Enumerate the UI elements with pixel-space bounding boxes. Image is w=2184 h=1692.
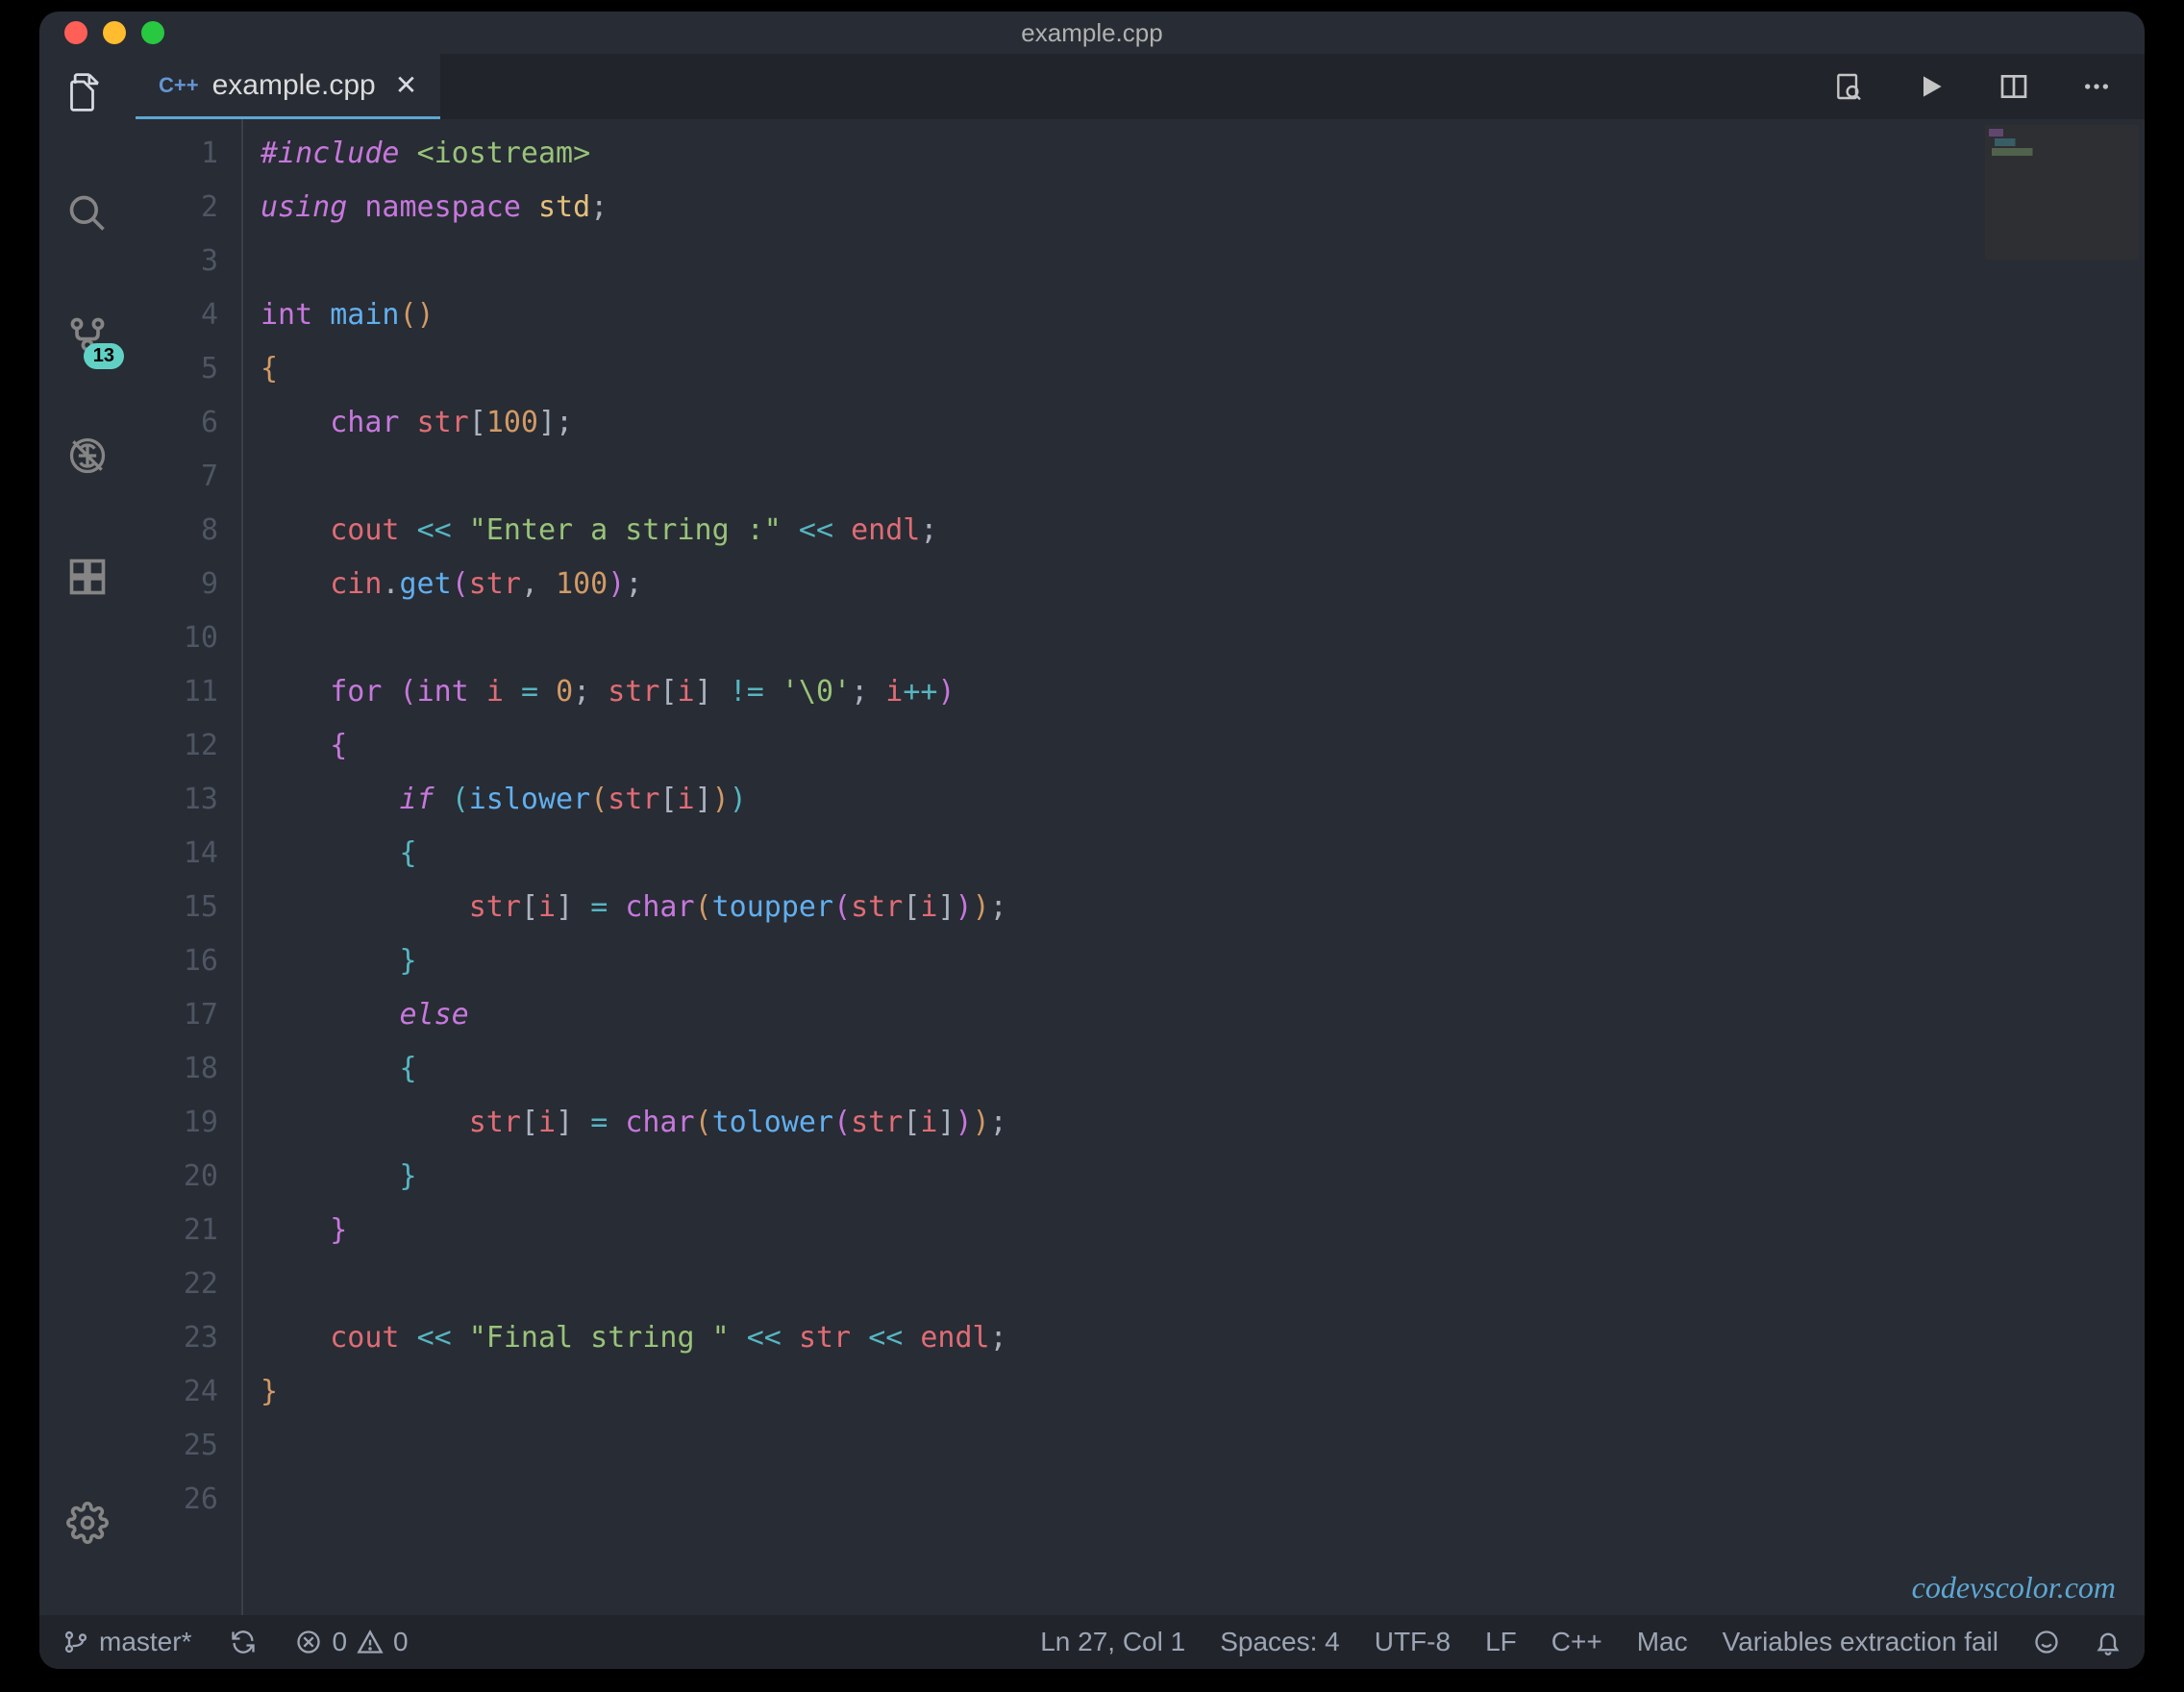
line-number: 6 (136, 396, 218, 450)
cpp-file-icon: C++ (159, 73, 199, 98)
code-line[interactable]: for (int i = 0; str[i] != '\0'; i++) (261, 665, 2145, 719)
app-window: example.cpp 13 (39, 12, 2145, 1669)
close-window-button[interactable] (64, 21, 87, 44)
line-number: 15 (136, 881, 218, 934)
line-number: 12 (136, 719, 218, 773)
line-number: 1 (136, 127, 218, 181)
titlebar: example.cpp (39, 12, 2145, 54)
line-number: 9 (136, 558, 218, 611)
line-number: 21 (136, 1204, 218, 1257)
line-number: 8 (136, 504, 218, 558)
code-line[interactable]: { (261, 1042, 2145, 1096)
activity-bar: 13 (39, 54, 136, 1615)
line-number: 23 (136, 1311, 218, 1365)
code-line[interactable]: } (261, 1204, 2145, 1257)
tab-filename: example.cpp (212, 69, 376, 102)
watermark: codevscolor.com (1912, 1570, 2116, 1605)
eol-status[interactable]: LF (1485, 1627, 1517, 1657)
cursor-position-status[interactable]: Ln 27, Col 1 (1040, 1627, 1185, 1657)
code-line[interactable] (261, 1473, 2145, 1527)
line-number: 11 (136, 665, 218, 719)
line-number: 24 (136, 1365, 218, 1419)
line-number: 19 (136, 1096, 218, 1150)
code-line[interactable]: #include <iostream> (261, 127, 2145, 181)
settings-gear-icon[interactable] (64, 1500, 111, 1546)
code-line[interactable]: { (261, 827, 2145, 881)
find-in-file-icon[interactable] (1831, 69, 1866, 104)
source-control-icon[interactable]: 13 (64, 311, 111, 358)
minimap[interactable] (1985, 125, 2139, 260)
indentation-status[interactable]: Spaces: 4 (1220, 1627, 1340, 1657)
code-line[interactable]: cin.get(str, 100); (261, 558, 2145, 611)
code-line[interactable]: } (261, 1150, 2145, 1204)
code-line[interactable]: using namespace std; (261, 181, 2145, 235)
line-number: 22 (136, 1257, 218, 1311)
run-icon[interactable] (1914, 69, 1948, 104)
code-line[interactable]: cout << "Final string " << str << endl; (261, 1311, 2145, 1365)
line-number: 3 (136, 235, 218, 288)
code-editor[interactable]: 1234567891011121314151617181920212223242… (136, 119, 2145, 1615)
status-bar: master* 0 0 Ln 27, Col 1 Spaces: 4 UTF-8… (39, 1615, 2145, 1669)
debug-icon[interactable] (64, 433, 111, 479)
code-line[interactable]: int main() (261, 288, 2145, 342)
tab-example-cpp[interactable]: C++ example.cpp ✕ (136, 54, 440, 119)
code-line[interactable]: if (islower(str[i])) (261, 773, 2145, 827)
code-line[interactable] (261, 450, 2145, 504)
line-number: 20 (136, 1150, 218, 1204)
line-number: 26 (136, 1473, 218, 1527)
extension-status[interactable]: Variables extraction fail (1723, 1627, 1998, 1657)
line-number-gutter: 1234567891011121314151617181920212223242… (136, 119, 241, 1615)
line-number: 7 (136, 450, 218, 504)
extensions-icon[interactable] (64, 554, 111, 600)
search-icon[interactable] (64, 190, 111, 236)
code-line[interactable] (261, 235, 2145, 288)
line-number: 4 (136, 288, 218, 342)
code-line[interactable]: char str[100]; (261, 396, 2145, 450)
problems-status[interactable]: 0 0 (295, 1627, 408, 1657)
minimize-window-button[interactable] (103, 21, 126, 44)
line-number: 10 (136, 611, 218, 665)
maximize-window-button[interactable] (141, 21, 164, 44)
code-line[interactable]: cout << "Enter a string :" << endl; (261, 504, 2145, 558)
code-content[interactable]: #include <iostream>using namespace std; … (241, 119, 2145, 1615)
more-actions-icon[interactable] (2079, 69, 2114, 104)
line-number: 14 (136, 827, 218, 881)
code-line[interactable]: { (261, 719, 2145, 773)
line-number: 16 (136, 934, 218, 988)
feedback-icon[interactable] (2033, 1629, 2060, 1655)
line-number: 17 (136, 988, 218, 1042)
code-line[interactable] (261, 611, 2145, 665)
code-line[interactable]: str[i] = char(toupper(str[i])); (261, 881, 2145, 934)
git-branch-status[interactable]: master* (62, 1627, 191, 1657)
line-number: 5 (136, 342, 218, 396)
scm-badge: 13 (84, 343, 124, 369)
os-status[interactable]: Mac (1637, 1627, 1688, 1657)
tab-bar: C++ example.cpp ✕ (136, 54, 2145, 119)
code-line[interactable]: } (261, 934, 2145, 988)
tab-close-icon[interactable]: ✕ (395, 69, 417, 101)
code-line[interactable] (261, 1419, 2145, 1473)
notifications-icon[interactable] (2095, 1629, 2122, 1655)
code-line[interactable]: { (261, 342, 2145, 396)
code-line[interactable] (261, 1257, 2145, 1311)
line-number: 2 (136, 181, 218, 235)
encoding-status[interactable]: UTF-8 (1375, 1627, 1451, 1657)
split-editor-icon[interactable] (1997, 69, 2031, 104)
sync-icon[interactable] (230, 1629, 257, 1655)
window-title: example.cpp (39, 18, 2145, 48)
code-line[interactable]: str[i] = char(tolower(str[i])); (261, 1096, 2145, 1150)
code-line[interactable]: else (261, 988, 2145, 1042)
language-mode-status[interactable]: C++ (1551, 1627, 1602, 1657)
explorer-icon[interactable] (64, 69, 111, 115)
line-number: 25 (136, 1419, 218, 1473)
line-number: 13 (136, 773, 218, 827)
code-line[interactable]: } (261, 1365, 2145, 1419)
line-number: 18 (136, 1042, 218, 1096)
